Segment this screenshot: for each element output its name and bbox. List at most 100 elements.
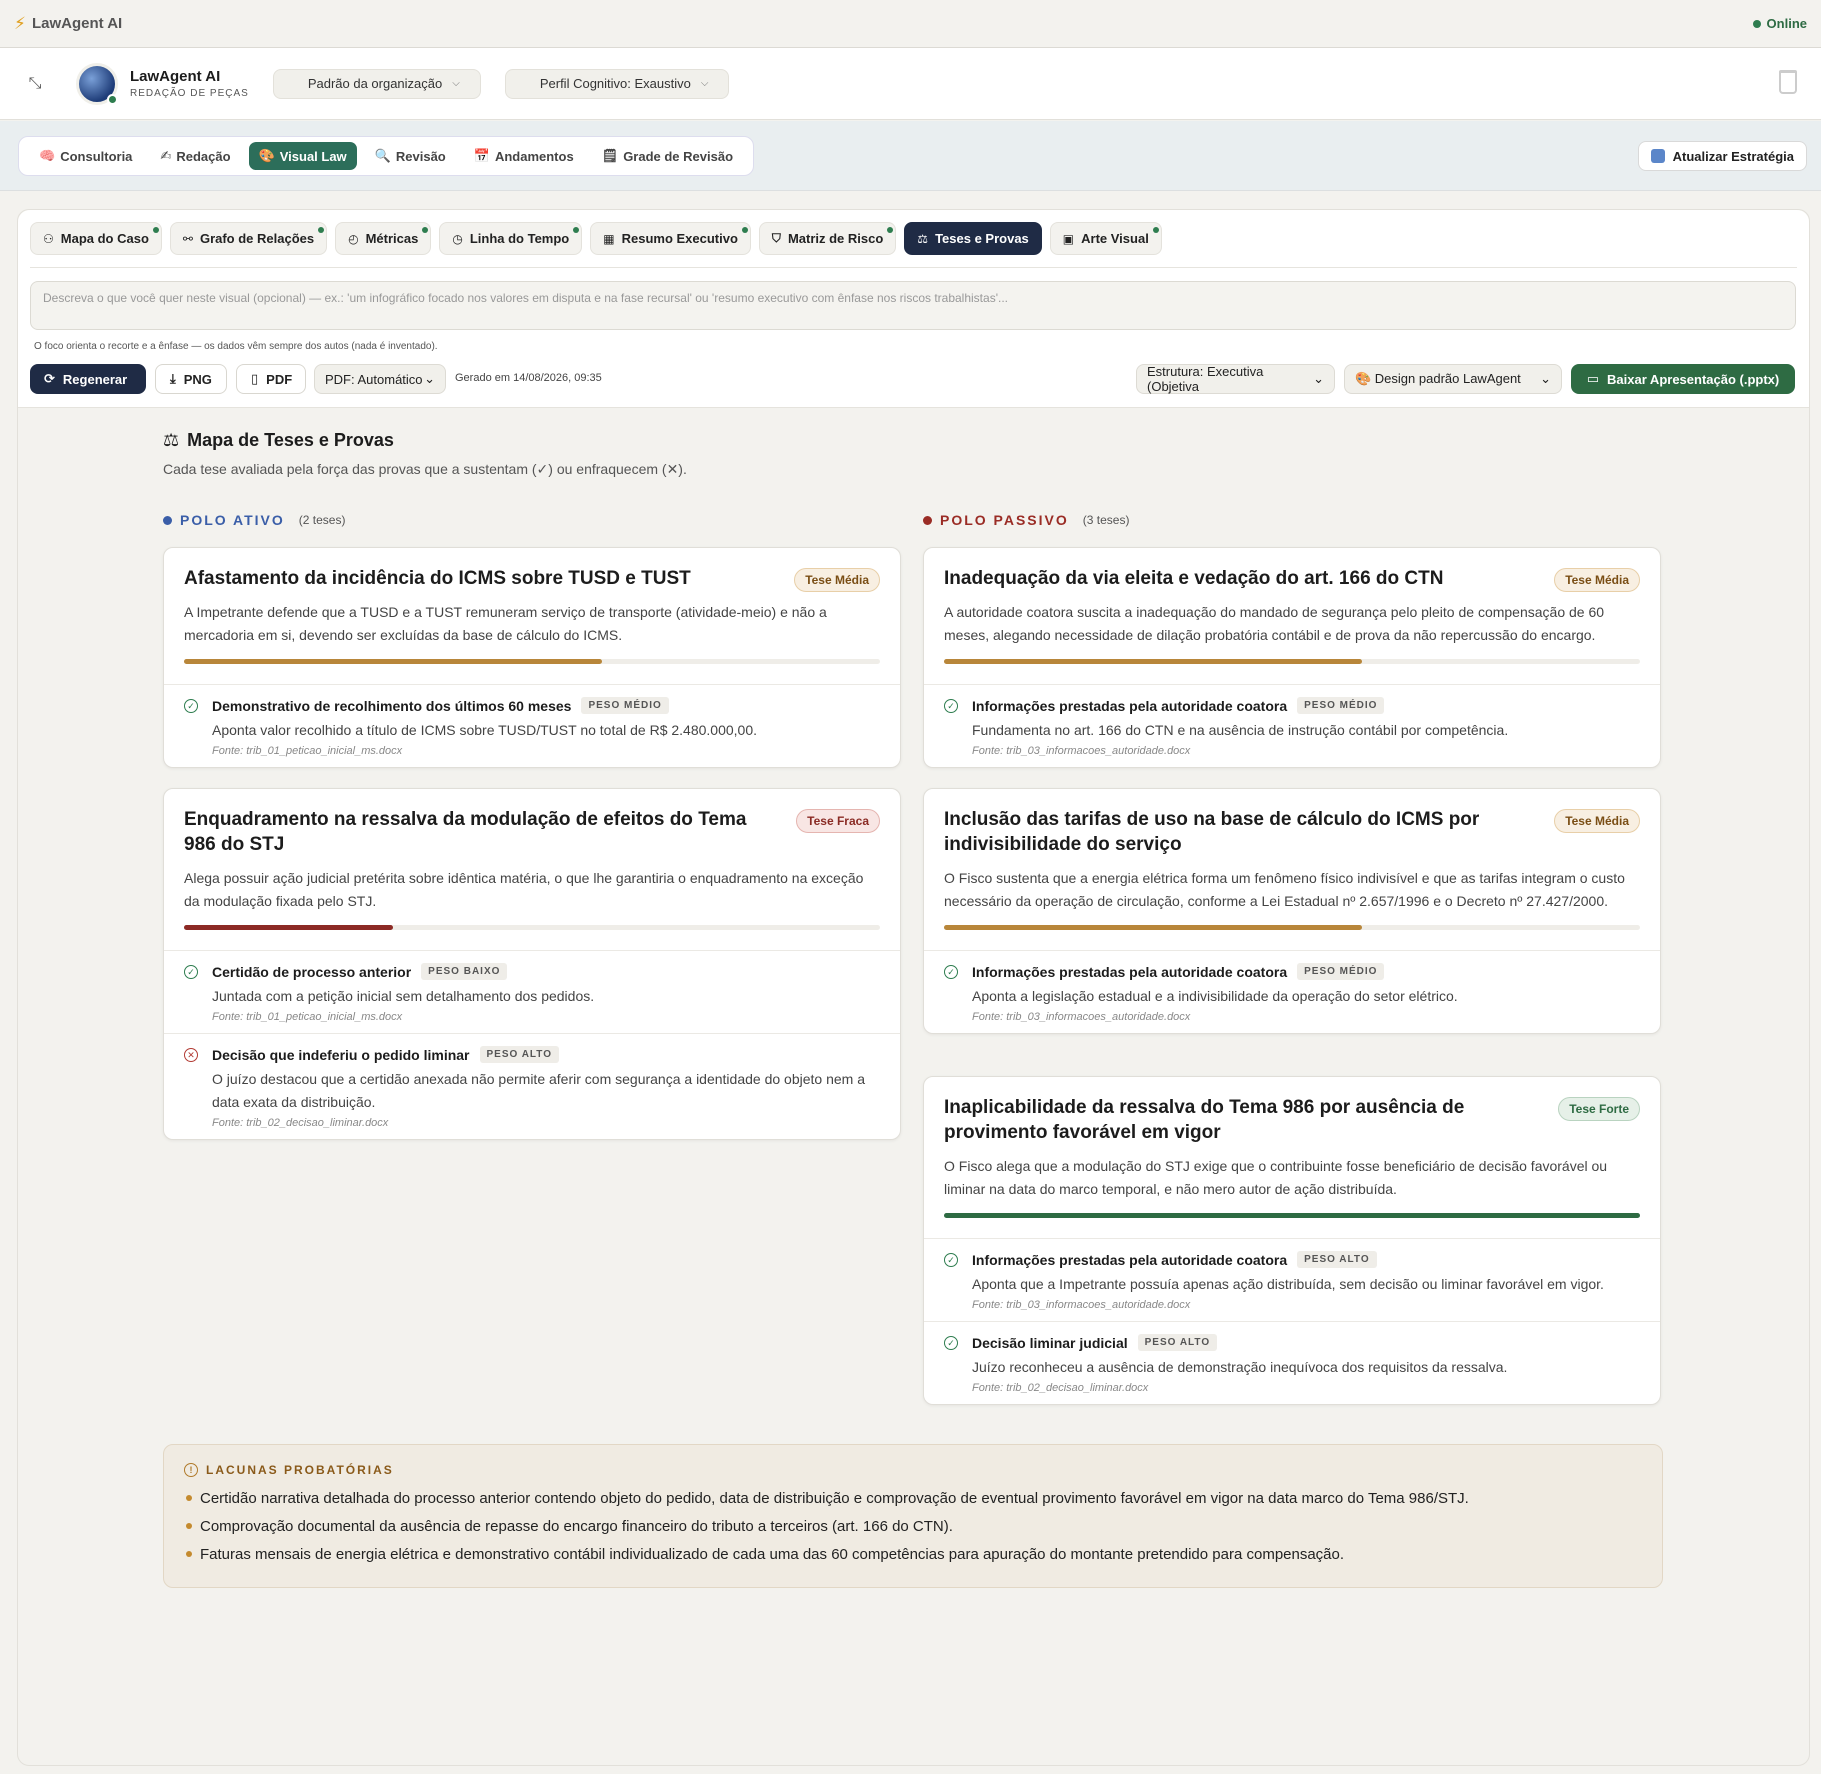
tab-redação[interactable]: ✍ Redação — [150, 142, 240, 170]
subtab-resumo-executivo[interactable]: ▦ Resumo Executivo — [590, 222, 751, 255]
pdf-button[interactable]: ▯ PDF — [236, 364, 306, 394]
tab-revisão[interactable]: 🔍 Revisão — [365, 142, 456, 170]
tab-label: Redação — [176, 148, 231, 164]
evidence-item: ✓ Informações prestadas pela autoridade c… — [924, 1238, 1660, 1321]
refresh-strategy-button[interactable]: Atualizar Estratégia — [1637, 141, 1807, 171]
passive-pole-column: POLO PASSIVO (3 teses) Inadequação da vi… — [923, 512, 1661, 1405]
subtab-linha-do-tempo[interactable]: ◷ Linha do Tempo — [439, 222, 583, 255]
thesis-card: Inclusão das tarifas de uso na base de c… — [923, 788, 1661, 1034]
download-icon: ⤓ — [170, 371, 176, 386]
refresh-icon — [1650, 149, 1665, 163]
main-tabs-row: 🧠 Consultoria ✍ Redação 🎨 Visual Law 🔍 Revisão 📅… — [0, 121, 1821, 191]
evidence-title: Decisão liminar judicial — [972, 1334, 1128, 1351]
tab-andamentos[interactable]: 📅 Andamentos — [464, 142, 584, 170]
evidence-source: Fonte: trib_02_decisao_liminar.docx — [212, 1117, 389, 1129]
thesis-title: Inaplicabilidade da ressalva do Tema 986… — [944, 1097, 1465, 1143]
regenerate-button[interactable]: ⟳ Regenerar — [30, 364, 146, 394]
subtab-icon: ▣ — [1062, 231, 1075, 246]
subtab-teses-e-provas[interactable]: ⚖ Teses e Provas — [904, 222, 1042, 255]
cognitive-profile-select[interactable]: Perfil Cognitivo: Exaustivo ⌵ — [504, 68, 730, 99]
evidence-source: Fonte: trib_03_informacoes_autoridade.do… — [972, 745, 1191, 757]
tab-label: Revisão — [395, 148, 446, 164]
thesis-strength-badge: Tese Média — [794, 568, 880, 592]
evidence-title: Certidão de processo anterior — [212, 963, 412, 980]
main-tabs: 🧠 Consultoria ✍ Redação 🎨 Visual Law 🔍 Revisão 📅… — [18, 136, 755, 176]
subtab-label: Matriz de Risco — [787, 231, 884, 246]
thesis-card-header: Inadequação da via eleita e vedação do a… — [924, 548, 1660, 664]
avatar-status-icon — [107, 93, 118, 105]
x-circle-icon: ✕ — [184, 1048, 198, 1062]
online-status: Online — [1752, 16, 1807, 31]
thesis-description: O Fisco sustenta que a energia elétrica … — [944, 870, 1625, 909]
strength-bar — [944, 925, 1640, 930]
evidence-weight-badge: PESO ALTO — [1137, 1334, 1218, 1351]
download-presentation-button[interactable]: ▭ Baixar Apresentação (.pptx) — [1571, 364, 1795, 394]
subtab-arte-visual[interactable]: ▣ Arte Visual — [1049, 222, 1162, 255]
strength-bar — [944, 1213, 1640, 1218]
chevron-down-icon: ⌵ — [452, 78, 460, 89]
action-bar: ⟳ Regenerar ⤓ PNG ▯ PDF PDF: Automático … — [30, 364, 1797, 394]
visual-prompt-input[interactable]: Descreva o que você quer neste visual (o… — [30, 281, 1796, 330]
passive-pole-label: POLO PASSIVO — [940, 512, 1069, 528]
tab-grade-de-revisão[interactable]: 🗒 Grade de Revisão — [592, 142, 743, 170]
thesis-strength-badge: Tese Média — [1554, 568, 1640, 592]
thesis-card: Enquadramento na ressalva da modulação d… — [163, 788, 901, 1140]
evidence-source: Fonte: trib_03_informacoes_autoridade.do… — [972, 1011, 1191, 1023]
trash-icon[interactable] — [1779, 70, 1797, 94]
pdf-mode-select[interactable]: PDF: Automático ⌄ — [314, 364, 446, 394]
strength-bar-fill — [944, 1213, 1640, 1218]
evidence-gap-item: Faturas mensais de energia elétrica e de… — [184, 1541, 1642, 1569]
subtab-icon: ⛉ — [771, 231, 781, 245]
tab-icon: ✍ — [160, 148, 172, 163]
subtab-matriz-de-risco[interactable]: ⛉ Matriz de Risco — [758, 222, 897, 255]
active-pole-column: POLO ATIVO (2 teses) Afastamento da inci… — [163, 512, 901, 1140]
pole-dot-icon — [163, 515, 172, 525]
evidence-title: Decisão que indeferiu o pedido liminar — [212, 1046, 470, 1063]
evidence-source: Fonte: trib_01_peticao_inicial_ms.docx — [212, 1011, 403, 1023]
prompt-hint: O foco orienta o recorte e a ênfase — os… — [34, 341, 438, 352]
evidence-gaps-heading: ! LACUNAS PROBATÓRIAS — [184, 1463, 1642, 1477]
evidence-weight-badge: PESO MÉDIO — [581, 697, 669, 714]
subtab-icon: ▦ — [603, 231, 615, 246]
subtab-grafo-de-relações[interactable]: ⚯ Grafo de Relações — [169, 222, 328, 255]
check-circle-icon: ✓ — [944, 1336, 958, 1350]
subtab-icon: ⚯ — [182, 231, 193, 246]
evidence-item: ✓ Certidão de processo anterior PESO BAIXO… — [164, 950, 900, 1033]
strength-bar — [944, 659, 1640, 664]
tab-icon: 🧠 — [39, 148, 56, 163]
ready-dot-icon — [422, 227, 429, 233]
ready-dot-icon — [741, 227, 748, 233]
evidence-description: Fundamenta no art. 166 do CTN e na ausên… — [972, 722, 1509, 738]
thesis-title: Inclusão das tarifas de uso na base de c… — [944, 809, 1480, 855]
subtab-mapa-do-caso[interactable]: ⚇ Mapa do Caso — [30, 222, 162, 255]
active-pole-heading: POLO ATIVO (2 teses) — [163, 512, 901, 528]
ready-dot-icon — [1152, 227, 1159, 233]
png-button[interactable]: ⤓ PNG — [155, 364, 227, 394]
evidence-title-row: Informações prestadas pela autoridade co… — [972, 963, 1640, 980]
top-bar: ⚡ LawAgent AI Online — [0, 0, 1821, 48]
status-dot-icon — [1752, 19, 1761, 28]
structure-select[interactable]: Estrutura: Executiva (Objetiva ⌄ — [1136, 364, 1335, 394]
visual-subtabs: ⚇ Mapa do Caso ⚯ Grafo de Relações ◴ Métricas… — [30, 222, 1162, 255]
evidence-gap-item: Certidão narrativa detalhada do processo… — [184, 1485, 1642, 1513]
thesis-description: A Impetrante defende que a TUSD e a TUST… — [184, 604, 827, 643]
design-select[interactable]: 🎨 Design padrão LawAgent ⌄ — [1344, 364, 1562, 394]
evidence-weight-badge: PESO MÉDIO — [1297, 963, 1385, 980]
organization-select[interactable]: Padrão da organização ⌵ — [272, 68, 481, 99]
thesis-strength-badge: Tese Média — [1554, 809, 1640, 833]
evidence-gap-item: Comprovação documental da ausência de re… — [184, 1513, 1642, 1541]
evidence-title-row: Decisão que indeferiu o pedido liminar PE… — [212, 1046, 880, 1063]
strength-bar-fill — [944, 659, 1362, 664]
pdf-label: PDF — [266, 371, 293, 387]
evidence-title: Informações prestadas pela autoridade co… — [972, 697, 1288, 714]
structure-value: Estrutura: Executiva (Objetiva — [1147, 364, 1264, 394]
collapse-icon[interactable]: ⤡ — [24, 73, 46, 95]
evidence-title: Demonstrativo de recolhimento dos último… — [212, 697, 572, 714]
tab-visual-law[interactable]: 🎨 Visual Law — [248, 142, 357, 170]
tab-consultoria[interactable]: 🧠 Consultoria — [29, 142, 142, 170]
bolt-icon: ⚡ — [14, 13, 26, 33]
evidence-description: Juntada com a petição inicial sem detalh… — [212, 988, 595, 1004]
thesis-title: Enquadramento na ressalva da modulação d… — [184, 809, 747, 855]
subtab-métricas[interactable]: ◴ Métricas — [335, 222, 432, 255]
strength-bar-fill — [944, 925, 1362, 930]
